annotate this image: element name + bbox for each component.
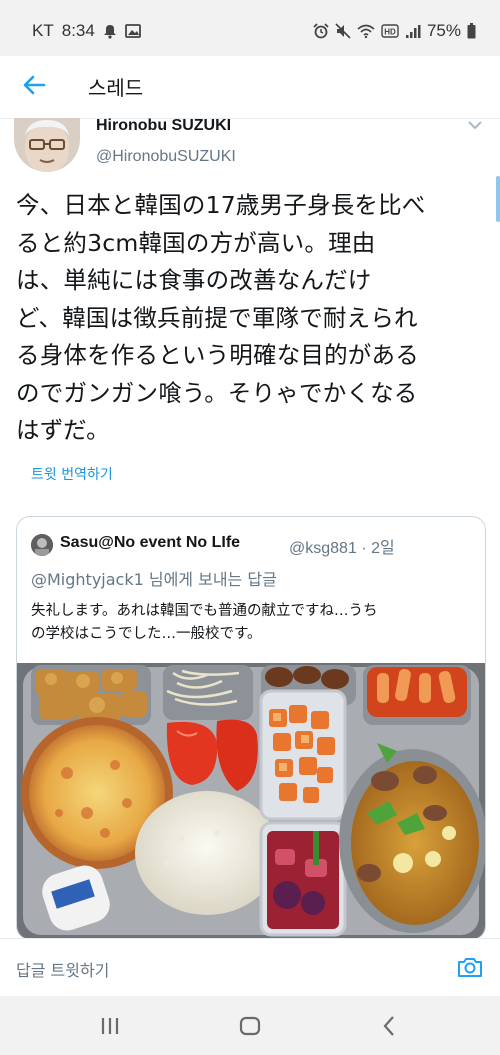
page-title: 스레드: [88, 76, 144, 100]
quoted-tweet[interactable]: Sasu@No event No LIfe @ksg881 · 2일 @Migh…: [16, 516, 486, 940]
school-lunch-tray-photo[interactable]: [17, 663, 485, 939]
hd-icon: HD: [381, 24, 399, 38]
back-icon[interactable]: [376, 1012, 404, 1040]
chevron-down-icon[interactable]: [468, 120, 482, 130]
quoted-tweet-text: 失礼します。あれは韓国でも普通の献立ですね…うち の学校はこうでした…一般校です…: [31, 603, 378, 642]
wifi-icon: [357, 24, 375, 38]
reply-bar: 답글 트윗하기: [0, 938, 500, 997]
tweet-text: 今、日本と韓国の17歳男子身長を比べ ると約3cm韓国の方が高い。理由 は、単純…: [16, 191, 426, 444]
signal-icon: [405, 24, 421, 38]
reply-context: @Mightyjack1 님에게 보내는 답글: [31, 566, 277, 590]
clock: 8:34: [61, 21, 95, 40]
quoted-author-name: Sasu@No event No LIfe: [60, 534, 241, 551]
reply-input[interactable]: 답글 트윗하기: [16, 957, 109, 981]
battery-icon: [467, 23, 476, 39]
status-bar: KT 8:34 HD 75%: [0, 0, 500, 56]
status-right: HD 75%: [313, 21, 476, 41]
author-name[interactable]: Hironobu SUZUKI: [96, 117, 231, 135]
camera-icon[interactable]: [456, 953, 484, 981]
gallery-icon: [124, 24, 141, 38]
quoted-author-handle: @ksg881: [289, 540, 357, 557]
reply-suffix: 님에게 보내는 답글: [143, 570, 277, 589]
reply-mention[interactable]: @Mightyjack1: [31, 570, 144, 589]
meta-separator: ·: [361, 540, 372, 557]
system-nav-bar: [0, 996, 500, 1055]
back-arrow-icon[interactable]: [20, 70, 50, 100]
author-handle[interactable]: @HironobuSUZUKI: [96, 148, 236, 166]
author-avatar[interactable]: [14, 118, 80, 172]
status-left: KT 8:34: [32, 21, 141, 41]
recent-apps-icon[interactable]: [96, 1012, 124, 1040]
notification-icon: [103, 25, 116, 39]
quoted-author-avatar: [31, 534, 53, 556]
thread-header: 스레드: [0, 56, 500, 119]
home-icon[interactable]: [236, 1012, 264, 1040]
svg-text:HD: HD: [384, 28, 396, 37]
battery-percent: 75%: [426, 21, 461, 40]
translate-tweet-link[interactable]: 트윗 번역하기: [31, 464, 113, 484]
quoted-author-meta: @ksg881 · 2일: [289, 534, 395, 558]
mute-icon: [335, 23, 351, 39]
scroll-indicator[interactable]: [496, 176, 500, 222]
alarm-icon: [313, 23, 329, 39]
quoted-time-ago: 2일: [371, 540, 395, 557]
carrier-label: KT: [32, 21, 54, 40]
